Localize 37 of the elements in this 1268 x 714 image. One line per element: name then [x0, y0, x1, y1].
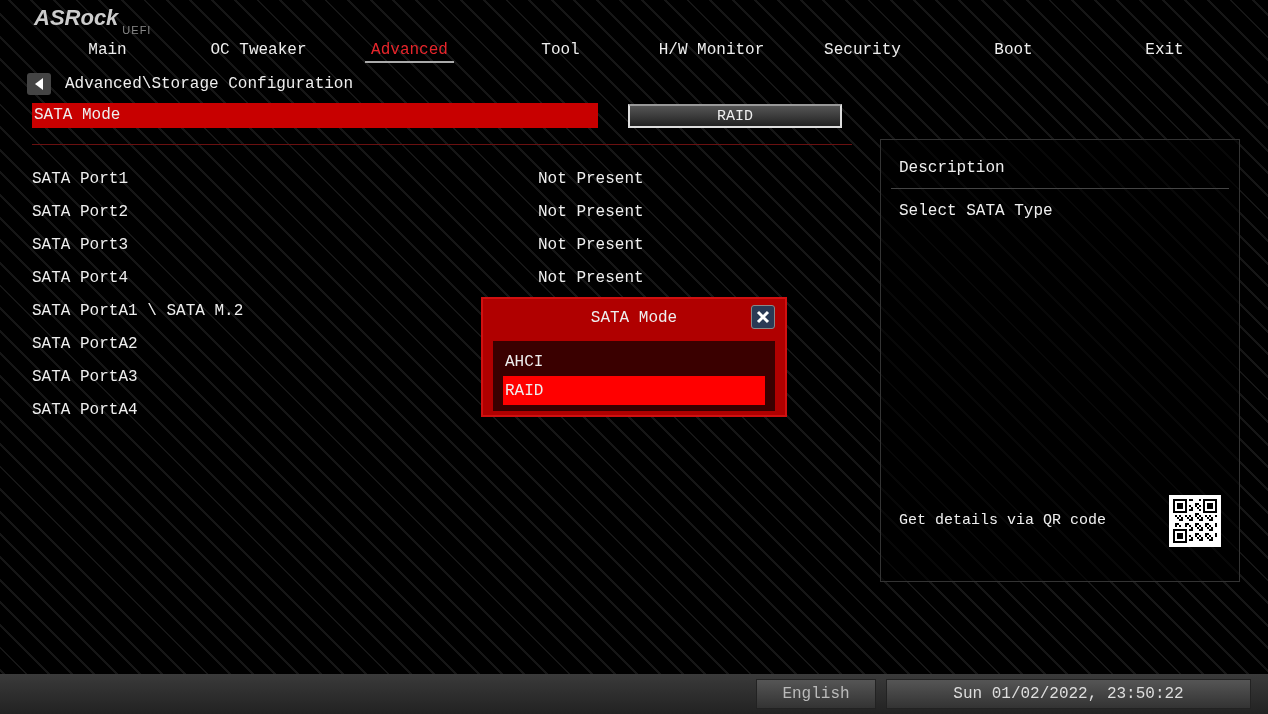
date-time: Sun 01/02/2022, 23:50:22: [886, 679, 1251, 709]
logo-subtitle: UEFI: [122, 23, 152, 38]
description-text: Select SATA Type: [898, 201, 1054, 222]
popup-option[interactable]: AHCI: [503, 347, 765, 376]
menu-tab[interactable]: Tool: [485, 36, 636, 64]
description-title: Description: [891, 148, 1229, 189]
menu-tab[interactable]: Security: [787, 36, 938, 64]
port-label: SATA Port3: [32, 234, 129, 256]
port-status: Not Present: [538, 201, 644, 223]
port-label: SATA PortA4: [32, 399, 139, 421]
menu-tab[interactable]: Boot: [938, 36, 1089, 64]
menu-tab[interactable]: Main: [32, 36, 183, 64]
back-button[interactable]: [27, 73, 51, 95]
language-button[interactable]: English: [756, 679, 876, 709]
port-label: SATA Port1: [32, 168, 129, 190]
qr-code-icon: [1169, 495, 1221, 547]
menu-tab[interactable]: Advanced: [334, 36, 485, 64]
breadcrumb: Advanced\Storage Configuration: [65, 74, 354, 95]
brand-logo: ASRock: [34, 6, 119, 30]
menu-tab[interactable]: H/W Monitor: [636, 36, 787, 64]
qr-label: Get details via QR code: [899, 510, 1107, 531]
left-triangle-icon: [34, 78, 44, 90]
port-label: SATA Port2: [32, 201, 129, 223]
close-button[interactable]: [751, 305, 775, 329]
popup-title: SATA Mode: [590, 308, 678, 329]
port-status: Not Present: [538, 234, 644, 256]
close-icon: [756, 310, 770, 324]
setting-label[interactable]: SATA Mode: [32, 103, 598, 128]
port-status: Not Present: [538, 267, 644, 289]
setting-value-button[interactable]: RAID: [628, 103, 842, 128]
menu-tab[interactable]: OC Tweaker: [183, 36, 334, 64]
port-label: SATA PortA2: [32, 333, 139, 355]
port-label: SATA Port4: [32, 267, 129, 289]
port-label: SATA PortA1 \ SATA M.2: [32, 300, 245, 322]
port-status: Not Present: [538, 168, 644, 190]
menu-tab[interactable]: Exit: [1089, 36, 1240, 64]
port-label: SATA PortA3: [32, 366, 139, 388]
